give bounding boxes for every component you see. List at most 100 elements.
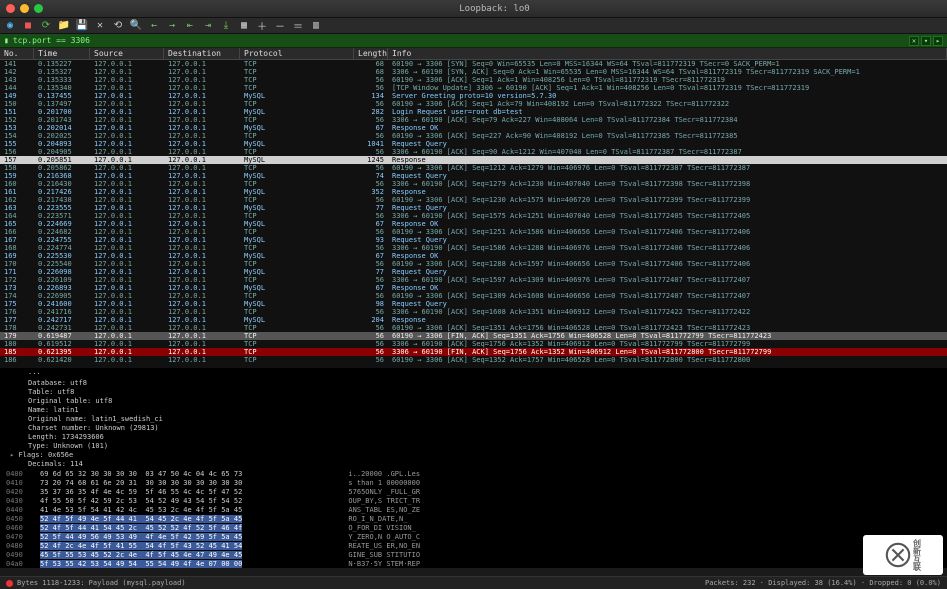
hex-row[interactable]: 048052 4f 2c 4e 4f 5f 41 55 54 4f 5f 43 …: [6, 542, 941, 551]
packet-row[interactable]: 1660.224682127.0.0.1127.0.0.1TCP5660190 …: [0, 228, 947, 236]
detail-line: Database: utf8: [10, 379, 937, 388]
col-header-source[interactable]: Source: [90, 48, 164, 59]
packet-row[interactable]: 1490.137455127.0.0.1127.0.0.1MySQL134Ser…: [0, 92, 947, 100]
detail-line: Type: Unknown (101): [10, 442, 937, 451]
packet-row[interactable]: 1730.226893127.0.0.1127.0.0.1MySQL67Resp…: [0, 284, 947, 292]
zoom-reset-icon[interactable]: ＝: [292, 20, 304, 32]
packet-row[interactable]: 1690.225530127.0.0.1127.0.0.1MySQL67Resp…: [0, 252, 947, 260]
packet-row[interactable]: 1420.135327127.0.0.1127.0.0.1TCP683306 →…: [0, 68, 947, 76]
minimize-icon[interactable]: [20, 4, 29, 13]
main-toolbar: ◉ ■ ⟳ 📁 💾 ✕ ⟲ 🔍 ← → ⇤ ⇥ ⤓ ▦ ＋ － ＝ ▥: [0, 18, 947, 34]
packet-row[interactable]: 1710.226098127.0.0.1127.0.0.1MySQL77Requ…: [0, 268, 947, 276]
go-back-icon[interactable]: ←: [148, 20, 160, 32]
packet-row[interactable]: 1510.201700127.0.0.1127.0.0.1MySQL282Log…: [0, 108, 947, 116]
packet-list-header: No. Time Source Destination Protocol Len…: [0, 48, 947, 60]
close-file-icon[interactable]: ✕: [94, 20, 106, 32]
go-first-icon[interactable]: ⇤: [184, 20, 196, 32]
filter-clear-icon[interactable]: ✕: [909, 36, 919, 46]
packet-row[interactable]: 1580.205862127.0.0.1127.0.0.1TCP5660190 …: [0, 164, 947, 172]
packet-row[interactable]: 1610.217426127.0.0.1127.0.0.1MySQL352Res…: [0, 188, 947, 196]
hex-row[interactable]: 041073 20 74 68 61 6e 20 31 30 30 30 30 …: [6, 479, 941, 488]
packet-row[interactable]: 1520.201743127.0.0.1127.0.0.1TCP563306 →…: [0, 116, 947, 124]
packet-row[interactable]: 1590.216368127.0.0.1127.0.0.1MySQL74Requ…: [0, 172, 947, 180]
detail-line: Charset number: Unknown (29813): [10, 424, 937, 433]
go-last-icon[interactable]: ⇥: [202, 20, 214, 32]
hex-row[interactable]: 049045 5f 55 53 45 52 2c 4e 4f 5f 45 4e …: [6, 551, 941, 560]
status-left: Bytes 1118-1233: Payload (mysql.payload): [17, 579, 186, 587]
hex-row[interactable]: 040069 6d 65 32 30 30 30 30 03 47 50 4c …: [6, 470, 941, 479]
packet-row[interactable]: 1440.135340127.0.0.1127.0.0.1TCP56[TCP W…: [0, 84, 947, 92]
packet-list-pane: No. Time Source Destination Protocol Len…: [0, 48, 947, 368]
zoom-in-icon[interactable]: ＋: [256, 20, 268, 32]
close-icon[interactable]: [6, 4, 15, 13]
packet-list-body[interactable]: 1410.135227127.0.0.1127.0.0.1TCP6860190 …: [0, 60, 947, 368]
filter-recent-icon[interactable]: ▸: [933, 36, 943, 46]
packet-row[interactable]: 1550.204893127.0.0.1127.0.0.1MySQL1041Re…: [0, 140, 947, 148]
packet-row[interactable]: 1670.224755127.0.0.1127.0.0.1MySQL93Requ…: [0, 236, 947, 244]
titlebar: Loopback: lo0: [0, 0, 947, 18]
packet-row[interactable]: 1570.205851127.0.0.1127.0.0.1MySQL1245Re…: [0, 156, 947, 164]
hex-row[interactable]: 047052 5f 44 49 56 49 53 49 4f 4e 5f 42 …: [6, 533, 941, 542]
reload-icon[interactable]: ⟲: [112, 20, 124, 32]
packet-row[interactable]: 1860.621420127.0.0.1127.0.0.1TCP5660190 …: [0, 356, 947, 364]
packet-detail-pane[interactable]: ···Database: utf8Table: utf8Original tab…: [0, 368, 947, 468]
display-filter-input[interactable]: [13, 36, 909, 45]
hex-row[interactable]: 044041 4e 53 5f 54 41 42 4c 45 53 2c 4e …: [6, 506, 941, 515]
restart-capture-icon[interactable]: ⟳: [40, 20, 52, 32]
packet-row[interactable]: 1800.619512127.0.0.1127.0.0.1TCP563306 →…: [0, 340, 947, 348]
packet-row[interactable]: 1560.204905127.0.0.1127.0.0.1TCP563306 →…: [0, 148, 947, 156]
packet-row[interactable]: 1750.241600127.0.0.1127.0.0.1MySQL98Requ…: [0, 300, 947, 308]
col-header-len[interactable]: Length: [354, 48, 388, 59]
hex-row[interactable]: 046052 4f 5f 44 41 54 45 2c 45 52 52 4f …: [6, 524, 941, 533]
save-icon[interactable]: 💾: [76, 20, 88, 32]
detail-line: Table: utf8: [10, 388, 937, 397]
hex-row[interactable]: 04a05f 53 55 42 53 54 49 54 55 54 49 4f …: [6, 560, 941, 568]
packet-row[interactable]: 1760.241716127.0.0.1127.0.0.1TCP563306 →…: [0, 308, 947, 316]
detail-flags[interactable]: Flags: 0x656e: [10, 451, 937, 460]
zoom-out-icon[interactable]: －: [274, 20, 286, 32]
packet-row[interactable]: 1650.224669127.0.0.1127.0.0.1MySQL67Resp…: [0, 220, 947, 228]
colorize-icon[interactable]: ▦: [238, 20, 250, 32]
resize-cols-icon[interactable]: ▥: [310, 20, 322, 32]
packet-row[interactable]: 1620.217438127.0.0.1127.0.0.1TCP5660190 …: [0, 196, 947, 204]
packet-row[interactable]: 1790.619487127.0.0.1127.0.0.1TCP5660190 …: [0, 332, 947, 340]
packet-row[interactable]: 1680.224774127.0.0.1127.0.0.1TCP563306 →…: [0, 244, 947, 252]
col-header-proto[interactable]: Protocol: [240, 48, 354, 59]
filter-bookmark-icon[interactable]: ▮: [4, 36, 9, 45]
hex-row[interactable]: 045052 4f 5f 49 4e 5f 44 41 54 45 2c 4e …: [6, 515, 941, 524]
packet-row[interactable]: 1850.621395127.0.0.1127.0.0.1TCP563306 →…: [0, 348, 947, 356]
hex-dump-pane[interactable]: 040069 6d 65 32 30 30 30 30 03 47 50 4c …: [0, 468, 947, 568]
hex-row[interactable]: 042035 37 36 35 4f 4e 4c 59 5f 46 55 4c …: [6, 488, 941, 497]
stop-capture-icon[interactable]: ■: [22, 20, 34, 32]
col-header-no[interactable]: No.: [0, 48, 34, 59]
packet-row[interactable]: 1700.225540127.0.0.1127.0.0.1TCP5660190 …: [0, 260, 947, 268]
zoom-icon[interactable]: [34, 4, 43, 13]
detail-line: Original table: utf8: [10, 397, 937, 406]
auto-scroll-icon[interactable]: ⤓: [220, 20, 232, 32]
expert-info-icon[interactable]: [6, 580, 13, 587]
detail-line: Name: latin1: [10, 406, 937, 415]
packet-row[interactable]: 1640.223571127.0.0.1127.0.0.1TCP563306 →…: [0, 212, 947, 220]
packet-row[interactable]: 1770.242717127.0.0.1127.0.0.1MySQL204Res…: [0, 316, 947, 324]
go-fwd-icon[interactable]: →: [166, 20, 178, 32]
col-header-time[interactable]: Time: [34, 48, 90, 59]
col-header-info[interactable]: Info: [388, 48, 947, 59]
open-file-icon[interactable]: 📁: [58, 20, 70, 32]
hex-row[interactable]: 04304f 55 50 5f 42 59 2c 53 54 52 49 43 …: [6, 497, 941, 506]
packet-row[interactable]: 1500.137497127.0.0.1127.0.0.1TCP5660190 …: [0, 100, 947, 108]
packet-row[interactable]: 1720.226109127.0.0.1127.0.0.1TCP563306 →…: [0, 276, 947, 284]
status-right: Packets: 232 · Displayed: 38 (16.4%) · D…: [705, 579, 941, 587]
start-capture-icon[interactable]: ◉: [4, 20, 16, 32]
packet-row[interactable]: 1630.223555127.0.0.1127.0.0.1MySQL77Requ…: [0, 204, 947, 212]
packet-row[interactable]: 1600.216430127.0.0.1127.0.0.1TCP563306 →…: [0, 180, 947, 188]
packet-row[interactable]: 1410.135227127.0.0.1127.0.0.1TCP6860190 …: [0, 60, 947, 68]
packet-row[interactable]: 1530.202014127.0.0.1127.0.0.1MySQL67Resp…: [0, 124, 947, 132]
packet-row[interactable]: 1430.135333127.0.0.1127.0.0.1TCP5660190 …: [0, 76, 947, 84]
packet-row[interactable]: 1780.242731127.0.0.1127.0.0.1TCP5660190 …: [0, 324, 947, 332]
col-header-dest[interactable]: Destination: [164, 48, 240, 59]
find-icon[interactable]: 🔍: [130, 20, 142, 32]
status-bar: Bytes 1118-1233: Payload (mysql.payload)…: [0, 576, 947, 589]
filter-apply-icon[interactable]: ▾: [921, 36, 931, 46]
packet-row[interactable]: 1540.202025127.0.0.1127.0.0.1TCP5660190 …: [0, 132, 947, 140]
packet-row[interactable]: 1740.226905127.0.0.1127.0.0.1TCP5660190 …: [0, 292, 947, 300]
